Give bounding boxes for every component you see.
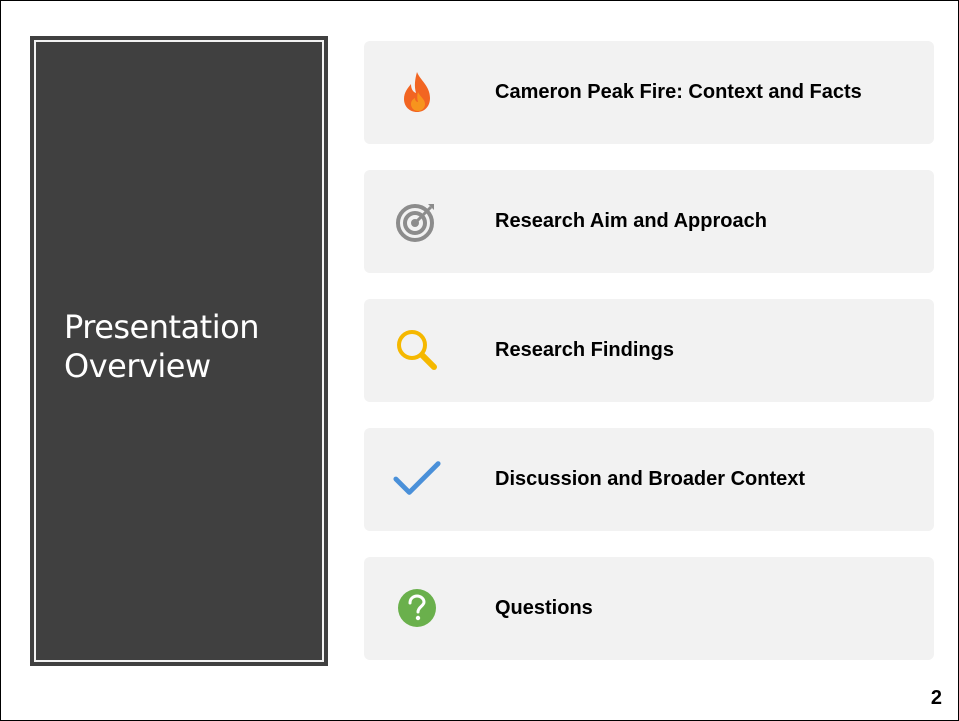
agenda-item-findings: Research Findings [364,299,934,402]
agenda-item-discussion: Discussion and Broader Context [364,428,934,531]
magnifier-icon [392,325,442,375]
title-panel: Presentation Overview [30,36,328,666]
target-icon [392,196,442,246]
agenda-item-label: Questions [495,597,593,619]
checkmark-icon [392,454,442,504]
agenda-item-label: Discussion and Broader Context [495,468,806,490]
page-number: 2 [930,687,942,709]
question-mark-icon [392,583,442,633]
slide-title: Presentation Overview [64,308,259,385]
agenda-item-questions: Questions [364,557,934,660]
slide: Presentation Overview Cameron Peak Fire:… [0,0,959,721]
agenda-item-aim: Research Aim and Approach [364,170,934,273]
agenda-item-label: Research Aim and Approach [495,210,767,232]
fire-icon [392,67,442,117]
agenda-item-label: Cameron Peak Fire: Context and Facts [495,81,862,103]
agenda-item-context: Cameron Peak Fire: Context and Facts [364,41,934,144]
agenda-item-label: Research Findings [495,339,674,361]
